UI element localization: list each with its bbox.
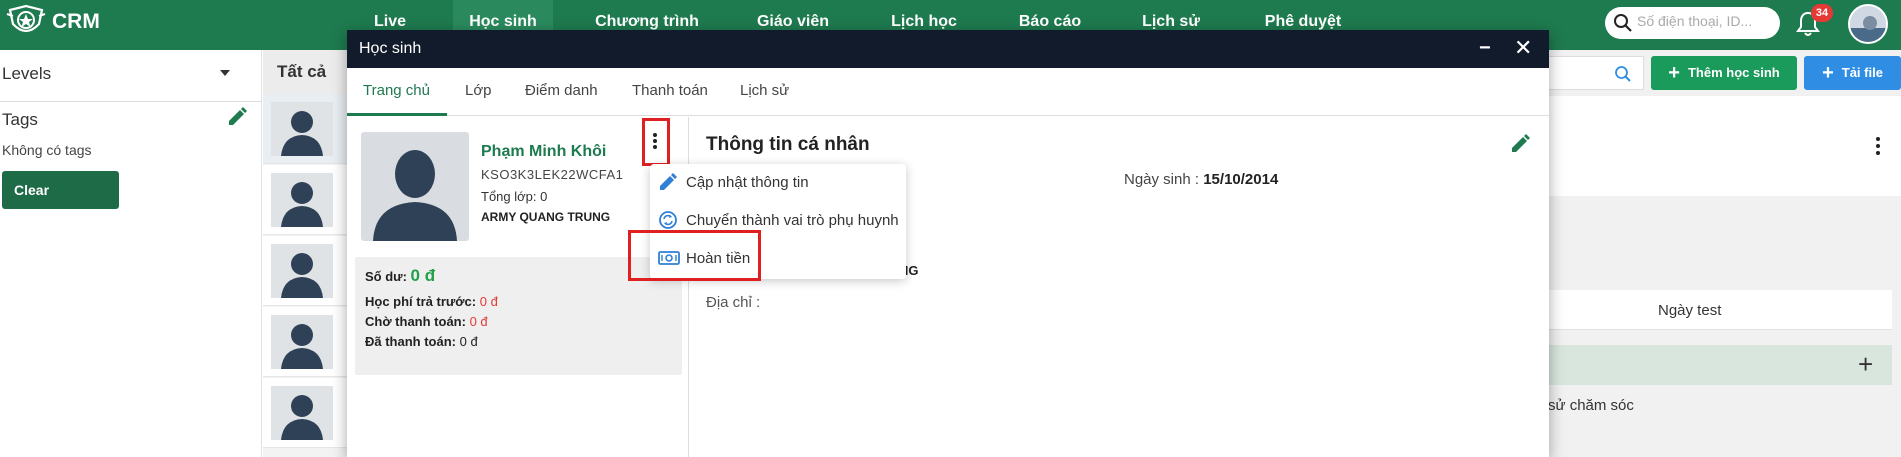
switch-role-icon	[659, 211, 677, 229]
list-item[interactable]	[263, 165, 347, 235]
avatar	[271, 386, 333, 440]
balance-label: Số dư:	[365, 269, 407, 284]
minimize-icon[interactable]: −	[1479, 38, 1491, 58]
clear-filters-button[interactable]: Clear	[2, 171, 119, 209]
menu-item-update-info[interactable]: Cập nhật thông tin	[650, 164, 906, 202]
plus-icon: +	[1668, 61, 1680, 84]
logo-text: CRM	[52, 10, 100, 33]
user-avatar-image	[1850, 6, 1886, 42]
crm-logo-icon	[6, 4, 46, 33]
pending-row: Chờ thanh toán: 0 đ	[365, 314, 488, 329]
search-icon	[1614, 14, 1632, 32]
student-avatar	[361, 132, 469, 241]
list-item[interactable]	[263, 94, 347, 164]
search-icon	[1615, 66, 1631, 82]
upload-file-label: Tải file	[1841, 64, 1883, 80]
address-label: Địa chỉ :	[706, 294, 761, 311]
global-search[interactable]	[1605, 7, 1780, 39]
pencil-icon[interactable]	[1509, 133, 1531, 155]
total-classes: Tổng lớp: 0	[481, 189, 548, 204]
active-tab-indicator	[347, 113, 447, 116]
student-summary-column: Phạm Minh Khôi KSO3K3LEK22WCFA1 Tổng lớp…	[347, 117, 689, 457]
plus-icon: +	[1822, 61, 1834, 84]
paid-label: Đã thanh toán:	[365, 334, 456, 349]
filter-sidebar: Levels Tags Không có tags Clear	[0, 50, 262, 457]
paid-value: 0 đ	[459, 334, 478, 349]
levels-dropdown-label[interactable]: Levels	[2, 64, 51, 84]
dob-label: Ngày sinh :	[1124, 171, 1200, 188]
balance-value: 0 đ	[410, 266, 436, 285]
list-header-title: Tất cả	[277, 62, 327, 81]
list-item[interactable]	[263, 236, 347, 306]
avatar	[271, 315, 333, 369]
ngay-test-label: Ngày test	[1658, 302, 1722, 319]
dob-value: 15/10/2014	[1203, 171, 1279, 188]
list-item[interactable]	[263, 378, 347, 448]
care-section-bar: +	[1548, 345, 1892, 385]
student-code: KSO3K3LEK22WCFA1	[481, 167, 624, 182]
detail-panel-top	[1548, 96, 1901, 196]
tab-trang-chu[interactable]: Trang chủ	[363, 82, 430, 99]
add-student-label: Thêm học sinh	[1687, 64, 1780, 80]
tab-diem-danh[interactable]: Điểm danh	[525, 82, 598, 99]
person-silhouette-icon	[281, 182, 323, 227]
pencil-icon[interactable]	[226, 106, 248, 128]
student-name: Phạm Minh Khôi	[481, 143, 607, 160]
more-vertical-icon[interactable]	[1874, 136, 1882, 156]
personal-info-title: Thông tin cá nhân	[706, 134, 870, 155]
student-actions-button[interactable]	[642, 118, 670, 166]
notification-badge: 34	[1811, 4, 1833, 22]
pending-label: Chờ thanh toán:	[365, 314, 466, 329]
modal-header: Học sinh − ✕	[347, 30, 1549, 68]
more-vertical-icon	[653, 133, 659, 151]
pencil-icon	[660, 173, 677, 190]
person-silhouette-icon	[281, 111, 323, 156]
ngay-test-column-header: Ngày test	[1548, 290, 1892, 330]
close-icon[interactable]: ✕	[1514, 37, 1532, 59]
person-silhouette-icon	[281, 395, 323, 440]
pending-value: 0 đ	[469, 314, 488, 329]
menu-item-label: Cập nhật thông tin	[686, 174, 809, 191]
avatar	[271, 102, 333, 156]
divider	[0, 101, 262, 102]
avatar	[271, 173, 333, 227]
paid-row: Đã thanh toán: 0 đ	[365, 334, 478, 349]
upload-file-button[interactable]: + Tải file	[1804, 56, 1901, 90]
tab-lop[interactable]: Lớp	[465, 82, 492, 99]
student-list-header: Tất cả	[263, 50, 347, 94]
date-of-birth: Ngày sinh : 15/10/2014	[1124, 171, 1278, 188]
person-silhouette-icon	[373, 150, 457, 241]
no-tags-text: Không có tags	[2, 142, 92, 158]
chevron-down-icon[interactable]	[220, 70, 230, 76]
add-plus-icon[interactable]: +	[1858, 349, 1873, 380]
list-item[interactable]	[263, 307, 347, 377]
global-search-input[interactable]	[1637, 13, 1772, 29]
menu-item-label: Chuyển thành vai trò phụ huynh	[686, 212, 899, 229]
modal-tabs: Trang chủ Lớp Điểm danh Thanh toán Lịch …	[347, 68, 1549, 116]
prepaid-row: Học phí trả trước: 0 đ	[365, 294, 498, 309]
tab-thanh-toan[interactable]: Thanh toán	[632, 82, 708, 99]
add-student-button[interactable]: + Thêm học sinh	[1651, 56, 1797, 90]
refund-highlight	[628, 230, 761, 281]
prepaid-label: Học phí trả trước:	[365, 294, 477, 309]
user-avatar[interactable]	[1848, 4, 1888, 44]
modal-title: Học sinh	[359, 40, 422, 57]
app-logo[interactable]: CRM	[6, 4, 100, 40]
student-modal: Học sinh − ✕ Trang chủ Lớp Điểm danh Tha…	[347, 30, 1549, 457]
tags-title: Tags	[2, 110, 38, 129]
person-silhouette-icon	[281, 324, 323, 369]
avatar	[271, 244, 333, 298]
student-branch: ARMY QUANG TRUNG	[481, 210, 611, 224]
person-silhouette-icon	[281, 253, 323, 298]
tab-lich-su[interactable]: Lịch sử	[740, 82, 789, 99]
list-search-input[interactable]	[1548, 56, 1644, 90]
balance-row: Số dư: 0 đ	[365, 266, 435, 286]
prepaid-value: 0 đ	[479, 294, 498, 309]
care-history-label: sử chăm sóc	[1548, 397, 1634, 414]
